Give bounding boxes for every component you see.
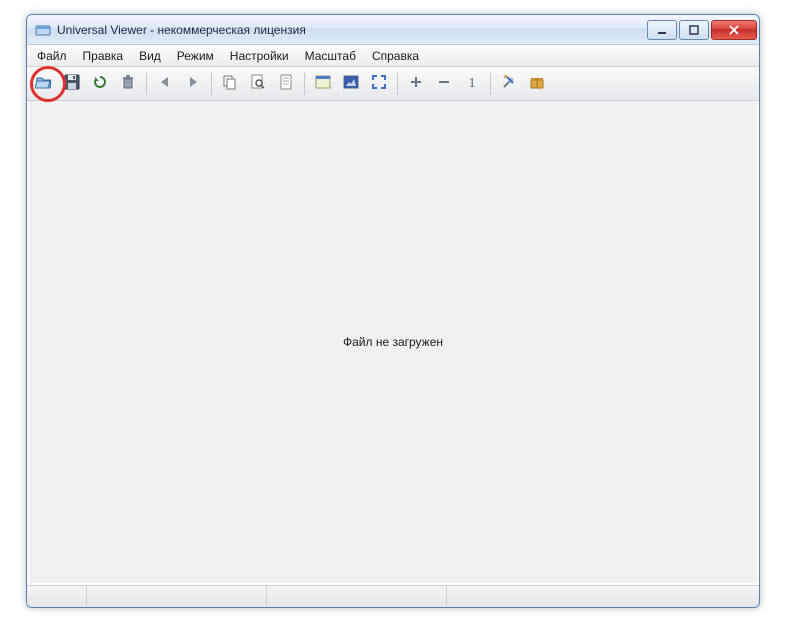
zoom-100-button[interactable]: 1 <box>459 71 485 97</box>
reload-button[interactable] <box>87 71 113 97</box>
title-bar: Universal Viewer - некоммерческая лиценз… <box>27 15 759 45</box>
fit-window-icon <box>315 74 331 93</box>
open-button[interactable] <box>31 71 57 97</box>
page-icon <box>278 74 294 93</box>
status-cell <box>27 586 87 607</box>
arrow-right-icon <box>185 74 201 93</box>
search-icon <box>250 74 266 93</box>
zoom-in-button[interactable] <box>403 71 429 97</box>
menu-settings[interactable]: Настройки <box>222 45 297 66</box>
content-area: Файл не загружен <box>29 101 757 583</box>
fullscreen-icon <box>371 74 387 93</box>
status-bar <box>27 585 759 607</box>
menu-zoom[interactable]: Масштаб <box>297 45 364 66</box>
page-button[interactable] <box>273 71 299 97</box>
toolbar-separator <box>146 73 147 95</box>
fullscreen-button[interactable] <box>366 71 392 97</box>
image-icon <box>343 74 359 93</box>
menu-bar: Файл Правка Вид Режим Настройки Масштаб … <box>27 45 759 67</box>
zoom-out-button[interactable] <box>431 71 457 97</box>
forward-button[interactable] <box>180 71 206 97</box>
menu-mode[interactable]: Режим <box>169 45 222 66</box>
arrow-left-icon <box>157 74 173 93</box>
toolbar: 1 <box>27 67 759 101</box>
folder-open-icon <box>35 73 53 94</box>
trash-icon <box>120 74 136 93</box>
back-button[interactable] <box>152 71 178 97</box>
status-cell <box>267 586 447 607</box>
app-window: Universal Viewer - некоммерческая лиценз… <box>26 14 760 608</box>
app-icon <box>35 22 51 38</box>
menu-edit[interactable]: Правка <box>75 45 132 66</box>
plugins-button[interactable] <box>524 71 550 97</box>
minus-icon <box>436 74 452 93</box>
menu-help[interactable]: Справка <box>364 45 427 66</box>
toolbar-separator <box>304 73 305 95</box>
reload-icon <box>92 74 108 93</box>
fit-window-button[interactable] <box>310 71 336 97</box>
tools-icon <box>501 74 517 93</box>
window-title: Universal Viewer - некоммерческая лиценз… <box>57 23 645 37</box>
find-button[interactable] <box>245 71 271 97</box>
minimize-button[interactable] <box>647 20 677 40</box>
one-icon: 1 <box>469 76 476 92</box>
status-cell <box>447 586 759 607</box>
options-button[interactable] <box>496 71 522 97</box>
copy-button[interactable] <box>217 71 243 97</box>
window-controls <box>645 20 757 40</box>
menu-file[interactable]: Файл <box>29 45 75 66</box>
box-icon <box>529 74 545 93</box>
floppy-icon <box>64 74 80 93</box>
toolbar-separator <box>211 73 212 95</box>
status-cell <box>87 586 267 607</box>
toolbar-separator <box>490 73 491 95</box>
save-button[interactable] <box>59 71 85 97</box>
menu-view[interactable]: Вид <box>131 45 169 66</box>
maximize-button[interactable] <box>679 20 709 40</box>
fit-image-button[interactable] <box>338 71 364 97</box>
toolbar-separator <box>397 73 398 95</box>
copy-icon <box>222 74 238 93</box>
empty-state-text: Файл не загружен <box>343 335 443 349</box>
plus-icon <box>408 74 424 93</box>
delete-button[interactable] <box>115 71 141 97</box>
close-button[interactable] <box>711 20 757 40</box>
